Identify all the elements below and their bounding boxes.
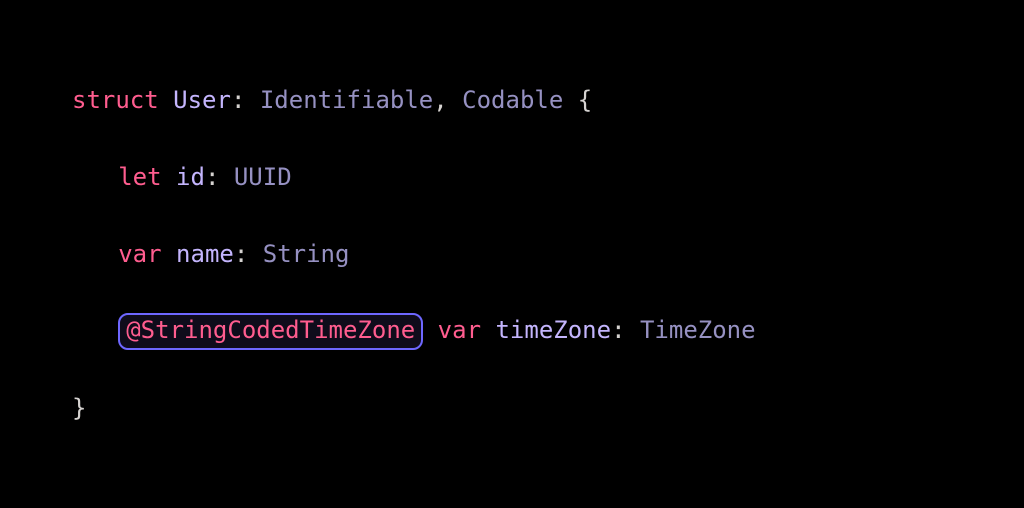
keyword-struct: struct xyxy=(72,86,159,114)
type-timezone: TimeZone xyxy=(640,316,756,344)
keyword-var: var xyxy=(438,316,481,344)
brace-close: } xyxy=(72,394,86,422)
protocol-codable: Codable xyxy=(462,86,563,114)
code-snippet: struct User: Identifiable, Codable { let… xyxy=(72,43,756,466)
brace-open: { xyxy=(578,86,592,114)
colon: : xyxy=(611,316,625,344)
property-wrapper-highlight: @StringCodedTimeZone xyxy=(118,313,423,350)
code-line-3: var name: String xyxy=(72,235,756,273)
struct-name: User xyxy=(173,86,231,114)
keyword-var: var xyxy=(118,240,161,268)
keyword-let: let xyxy=(118,163,161,191)
type-uuid: UUID xyxy=(234,163,292,191)
colon: : xyxy=(231,86,245,114)
code-line-5: } xyxy=(72,389,756,427)
property-timezone: timeZone xyxy=(495,316,611,344)
property-name: name xyxy=(176,240,234,268)
colon: : xyxy=(234,240,248,268)
colon: : xyxy=(205,163,219,191)
code-line-1: struct User: Identifiable, Codable { xyxy=(72,81,756,119)
type-string: String xyxy=(263,240,350,268)
code-line-2: let id: UUID xyxy=(72,158,756,196)
comma: , xyxy=(433,86,447,114)
protocol-identifiable: Identifiable xyxy=(260,86,433,114)
property-id: id xyxy=(176,163,205,191)
code-line-4: @StringCodedTimeZone var timeZone: TimeZ… xyxy=(72,311,756,350)
